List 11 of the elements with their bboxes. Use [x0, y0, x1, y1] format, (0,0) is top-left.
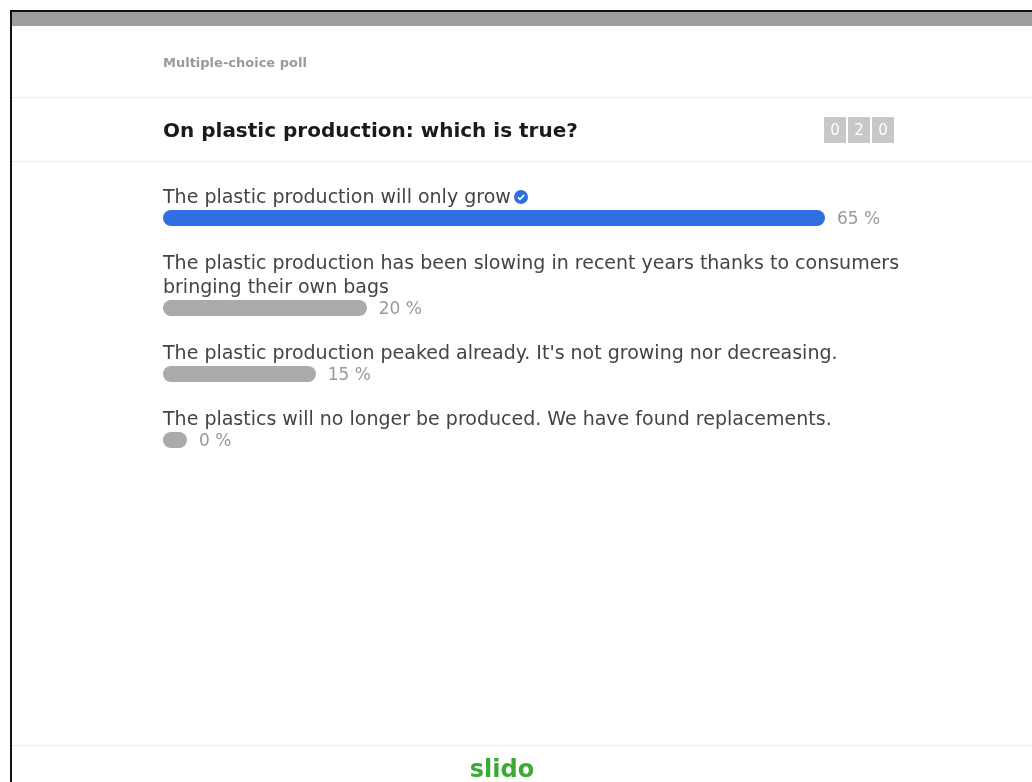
option-text: The plastics will no longer be produced. We have found replacements.	[163, 406, 833, 430]
poll-type-label: Multiple-choice poll	[163, 55, 307, 70]
option-text: The plastic production has been slowing in recent years thanks to consumers bringing their own bags	[163, 250, 901, 298]
percentage-label: 15 %	[327, 364, 371, 384]
option-text: The plastic production will only grow	[163, 184, 903, 208]
percentage-label: 65 %	[837, 208, 881, 228]
percentage-label: 20 %	[378, 298, 422, 318]
slido-logo: slido	[469, 756, 535, 782]
percentage-label: 0 %	[199, 430, 232, 450]
option-text: The plastic production peaked already. It's not growing nor decreasing.	[163, 340, 839, 364]
poll-question: On plastic production: which is true?	[163, 117, 578, 142]
